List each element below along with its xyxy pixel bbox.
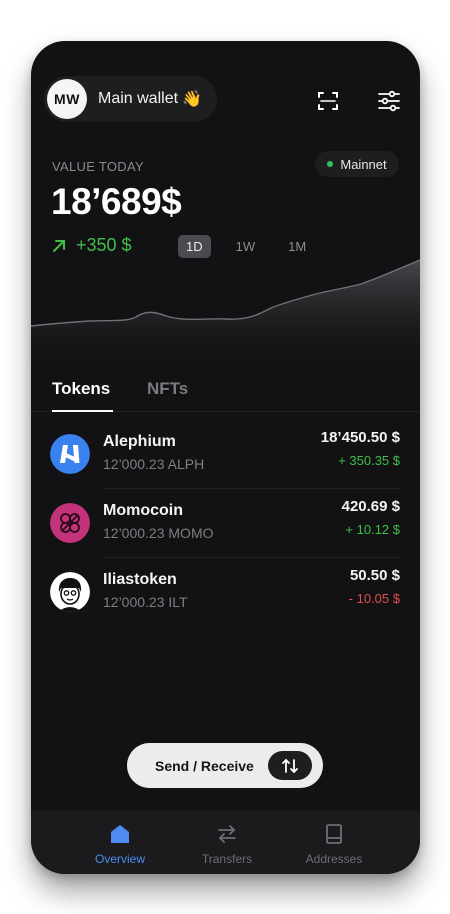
token-row[interactable]: Alephium 12’000.23 ALPH 18’450.50 $ + 35… xyxy=(31,420,420,489)
transfer-arrows-icon xyxy=(218,825,236,843)
iliastoken-avatar-icon xyxy=(50,572,90,612)
token-name: Momocoin xyxy=(103,502,183,519)
tab-tokens[interactable]: Tokens xyxy=(52,379,110,399)
total-value: 18’689$ xyxy=(51,181,182,222)
nav-overview-label: Overview xyxy=(94,852,145,866)
token-balance: 12’000.23 MOMO xyxy=(103,525,214,541)
nav-overview[interactable]: Overview xyxy=(70,823,170,866)
wave-emoji: 👋 xyxy=(182,91,202,108)
token-balance: 12’000.23 ILT xyxy=(103,594,188,610)
phone-screen: MW Main wallet 👋 VALUE TODAY Mainnet 18’… xyxy=(31,41,420,874)
asset-tabs: Tokens NFTs xyxy=(31,371,420,412)
home-icon xyxy=(111,825,129,843)
scan-icon[interactable] xyxy=(317,90,339,112)
token-value: 18’450.50 $ xyxy=(320,429,400,446)
chart-area xyxy=(31,260,420,376)
avatar: MW xyxy=(47,79,87,119)
network-badge[interactable]: Mainnet xyxy=(315,151,399,177)
active-tab-indicator xyxy=(52,410,113,412)
tab-nfts[interactable]: NFTs xyxy=(147,379,188,399)
nav-transfers-label: Transfers xyxy=(201,852,253,866)
momocoin-logo-icon xyxy=(50,503,90,543)
network-name: Mainnet xyxy=(340,156,387,172)
nav-addresses-label: Addresses xyxy=(305,852,363,866)
wallet-selector[interactable]: MW Main wallet 👋 xyxy=(44,76,217,122)
token-value: 420.69 $ xyxy=(341,498,400,515)
sliders-icon[interactable] xyxy=(378,90,400,112)
token-change: + 10.12 $ xyxy=(345,522,400,537)
token-name: Iliastoken xyxy=(103,571,177,588)
token-name: Alephium xyxy=(103,433,176,450)
token-row[interactable]: Iliastoken 12’000.23 ILT 50.50 $ - 10.05… xyxy=(31,558,420,627)
wallet-name: Main wallet xyxy=(98,90,179,107)
nav-transfers[interactable]: Transfers xyxy=(177,823,277,866)
token-change: + 350.35 $ xyxy=(338,453,400,468)
value-label: VALUE TODAY xyxy=(52,159,144,174)
send-receive-button[interactable]: Send / Receive xyxy=(127,743,323,788)
value-chart xyxy=(31,259,420,376)
token-value: 50.50 $ xyxy=(349,567,400,584)
token-balance: 12’000.23 ALPH xyxy=(103,456,205,472)
book-icon xyxy=(326,824,342,844)
network-status-dot xyxy=(327,161,334,167)
bottom-nav: Overview Transfers Addresses xyxy=(31,811,420,874)
swap-vertical-icon xyxy=(268,751,312,780)
alephium-logo-icon xyxy=(50,434,90,474)
token-change: - 10.05 $ xyxy=(348,591,400,606)
nav-addresses[interactable]: Addresses xyxy=(284,823,384,866)
token-row[interactable]: Momocoin 12’000.23 MOMO 420.69 $ + 10.12… xyxy=(31,489,420,558)
send-receive-label: Send / Receive xyxy=(155,757,254,774)
